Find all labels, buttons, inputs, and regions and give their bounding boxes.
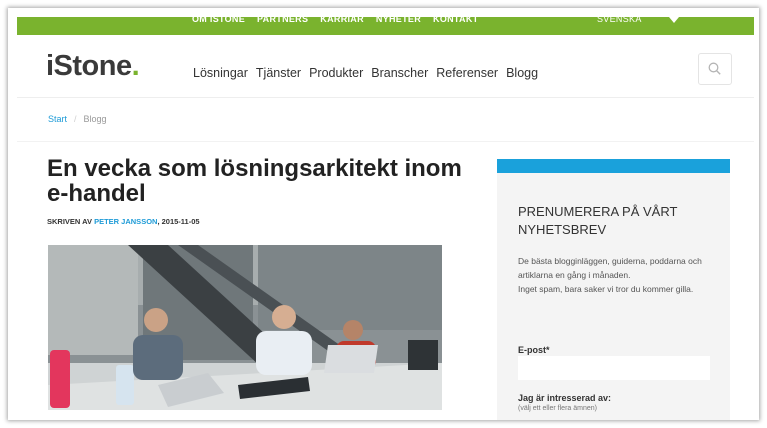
top-utility-bar: OM ISTONE PARTNERS KARRIÄR NYHETER KONTA… xyxy=(17,14,754,35)
breadcrumb-current: Blogg xyxy=(83,114,107,124)
site-logo[interactable]: iStone. xyxy=(46,50,140,83)
author-link[interactable]: PETER JANSSON xyxy=(94,217,157,226)
interest-hint: (välj ett eller flera ämnen) xyxy=(518,405,597,412)
email-label: E-post* xyxy=(518,345,550,355)
newsletter-accent-bar xyxy=(497,159,730,173)
nav-item-blog[interactable]: Blogg xyxy=(506,66,538,80)
nav-item-references[interactable]: Referenser xyxy=(436,66,498,80)
top-nav-news[interactable]: NYHETER xyxy=(376,17,421,28)
top-nav-careers[interactable]: KARRIÄR xyxy=(320,17,364,28)
top-nav-about[interactable]: OM ISTONE xyxy=(192,17,245,28)
language-selector[interactable]: SVENSKA xyxy=(597,10,642,28)
top-nav: OM ISTONE PARTNERS KARRIÄR NYHETER KONTA… xyxy=(192,17,478,35)
nav-item-services[interactable]: Tjänster xyxy=(256,66,301,80)
breadcrumb-separator: / xyxy=(74,114,77,124)
header-divider xyxy=(17,97,754,98)
search-button[interactable] xyxy=(698,53,732,85)
chevron-down-icon[interactable] xyxy=(669,17,679,23)
search-icon xyxy=(708,62,721,75)
main-nav: Lösningar Tjänster Produkter Branscher R… xyxy=(193,66,538,80)
logo-text: iStone xyxy=(46,50,132,82)
breadcrumb-home[interactable]: Start xyxy=(48,114,67,124)
newsletter-no-spam-text: Inget spam, bara saker vi tror du kommer… xyxy=(518,284,694,294)
article-byline: SKRIVEN AV PETER JANSSON, 2015-11-05 xyxy=(47,217,200,226)
logo-dot: . xyxy=(131,50,140,82)
nav-item-products[interactable]: Produkter xyxy=(309,66,363,80)
article-photo xyxy=(48,245,442,410)
newsletter-description: De bästa blogginläggen, guiderna, poddar… xyxy=(518,254,718,296)
email-field[interactable] xyxy=(518,356,710,380)
article-date: , 2015-11-05 xyxy=(157,217,200,226)
interest-label: Jag är intresserad av: xyxy=(518,393,612,403)
newsletter-description-text: De bästa blogginläggen, guiderna, poddar… xyxy=(518,256,702,280)
breadcrumb: Start / Blogg xyxy=(48,114,107,124)
article-title: En vecka som lösningsarkitekt inom e-han… xyxy=(47,155,462,207)
breadcrumb-divider xyxy=(17,141,754,142)
nav-item-solutions[interactable]: Lösningar xyxy=(193,66,248,80)
meeting-photo-illustration xyxy=(48,245,442,410)
byline-prefix: SKRIVEN AV xyxy=(47,217,95,226)
top-nav-partners[interactable]: PARTNERS xyxy=(257,17,308,28)
nav-item-industries[interactable]: Branscher xyxy=(371,66,428,80)
top-nav-contact[interactable]: KONTAKT xyxy=(433,17,478,28)
newsletter-title: PRENUMERERA PÅ VÅRT NYHETSBREV xyxy=(518,204,678,237)
